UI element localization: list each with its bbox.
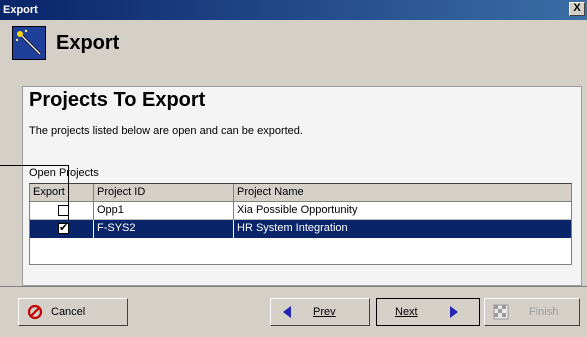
export-checkbox-checked[interactable]: ✔ [58, 223, 69, 234]
next-button[interactable]: Next [376, 298, 480, 326]
project-id-cell: F-SYS2 [94, 220, 234, 238]
project-id-cell: Opp1 [94, 202, 234, 220]
content-panel: Projects To Export The projects listed b… [22, 86, 582, 286]
table-row-selected[interactable]: ✔ F-SYS2 HR System Integration [30, 220, 571, 238]
project-name-cell: Xia Possible Opportunity [237, 204, 358, 216]
page-description: The projects listed below are open and c… [29, 125, 303, 137]
table-row[interactable]: Opp1 Xia Possible Opportunity [30, 202, 571, 220]
section-label: Open Projects [29, 167, 99, 179]
footer-divider [0, 286, 587, 287]
wizard-title: Export [56, 31, 120, 54]
export-cell: ✔ [30, 220, 94, 238]
finish-button[interactable]: Finish [484, 298, 580, 326]
projects-table[interactable]: Export Project ID Project Name Opp1 Xia … [29, 183, 572, 265]
column-header-project-id[interactable]: Project ID [94, 184, 234, 202]
finish-flag-icon [493, 304, 509, 320]
window-title: Export [3, 4, 38, 16]
page-heading: Projects To Export [29, 89, 206, 111]
wizard-header: Export [0, 20, 587, 66]
wand-icon [12, 26, 46, 60]
project-name-cell: HR System Integration [237, 222, 348, 234]
wizard-body: Projects To Export The projects listed b… [0, 66, 587, 337]
prev-button[interactable]: Prev [270, 298, 370, 326]
close-button[interactable]: X [569, 2, 585, 16]
cancel-label: Cancel [51, 306, 86, 318]
callout-line-vertical [68, 165, 69, 220]
arrow-left-icon [279, 304, 295, 320]
next-label: Next [395, 306, 418, 318]
cancel-icon [27, 304, 43, 320]
finish-label: Finish [529, 306, 559, 318]
table-header: Export Project ID Project Name [30, 184, 571, 202]
prev-label: Prev [313, 306, 336, 318]
column-header-project-name[interactable]: Project Name [234, 184, 571, 202]
export-cell [30, 202, 94, 220]
column-header-export[interactable]: Export [30, 184, 94, 202]
window-title-bar: Export X [0, 0, 587, 20]
arrow-right-icon [446, 304, 462, 320]
callout-line [0, 165, 68, 166]
cancel-button[interactable]: Cancel [18, 298, 128, 326]
